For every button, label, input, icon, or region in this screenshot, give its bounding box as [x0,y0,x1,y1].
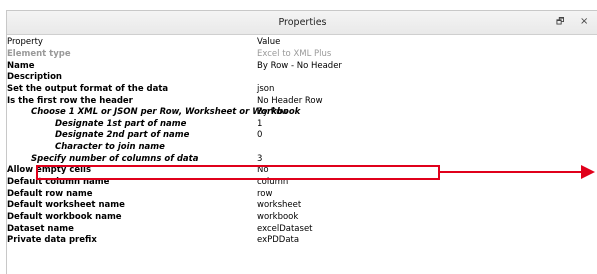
value-column-header[interactable]: Value [257,35,280,49]
property-row-join-character[interactable]: Character to join name [7,142,597,154]
property-row-dataset-name[interactable]: Dataset name excelDataset [7,224,597,236]
property-value[interactable]: workbook [257,212,298,224]
property-row-choose-per[interactable]: Choose 1 XML or JSON per Row, Worksheet … [7,107,597,119]
property-value[interactable]: 3 [257,154,262,166]
close-icon[interactable]: × [580,16,591,27]
property-label: Element type [7,49,71,59]
property-label: Designate 1st part of name [55,118,187,129]
property-value[interactable]: json [257,84,274,96]
property-label: Set the output format of the data [7,83,169,94]
property-column-header[interactable]: Property [7,35,43,49]
property-label: Designate 2nd part of name [55,130,190,141]
property-value[interactable]: By Row - No Header [257,61,342,73]
property-label: Name [7,60,35,71]
property-row-default-worksheet-name[interactable]: Default worksheet name worksheet [7,200,597,212]
properties-panel: Properties 🗗 × Property Value Element ty… [6,10,597,274]
property-value: Excel to XML Plus [257,49,332,59]
property-value[interactable]: exPDData [257,235,299,247]
property-value[interactable]: 1 [257,119,262,131]
property-value[interactable]: No Header Row [257,96,323,108]
property-value[interactable]: By Row [257,107,288,119]
property-row-name-part-2[interactable]: Designate 2nd part of name 0 [7,130,597,142]
property-row-element-type[interactable]: Element type Excel to XML Plus [7,49,597,61]
property-value[interactable]: 0 [257,130,262,142]
property-label: Is the first row the header [7,95,133,106]
property-row-columns-of-data[interactable]: Specify number of columns of data 3 [7,154,597,166]
property-row-default-workbook-name[interactable]: Default workbook name workbook [7,212,597,224]
property-row-name[interactable]: Name By Row - No Header [7,61,597,73]
column-headers: Property Value [7,35,597,49]
annotation-highlight-box [36,165,440,180]
property-row-name-part-1[interactable]: Designate 1st part of name 1 [7,119,597,131]
property-label: Private data prefix [7,235,97,246]
property-label: Description [7,72,62,83]
property-row-output-format[interactable]: Set the output format of the data json [7,84,597,96]
property-label: Dataset name [7,223,74,234]
property-value[interactable]: row [257,189,272,201]
annotation-arrow-line [440,171,583,173]
property-value[interactable]: worksheet [257,200,301,212]
property-label: Character to join name [55,142,165,153]
properties-titlebar: Properties 🗗 × [7,11,597,35]
property-row-default-row-name[interactable]: Default row name row [7,189,597,201]
property-row-description[interactable]: Description [7,72,597,84]
property-value[interactable]: excelDataset [257,224,313,236]
property-label: Specify number of columns of data [31,153,199,164]
annotation-arrow-head-icon [581,165,595,179]
property-label: Default worksheet name [7,200,125,211]
property-label: Default workbook name [7,211,122,222]
panel-title: Properties [278,17,327,28]
restore-icon[interactable]: 🗗 [556,17,567,28]
property-grid: Property Value Element type Excel to XML… [7,35,597,247]
property-row-private-data-prefix[interactable]: Private data prefix exPDData [7,235,597,247]
property-row-first-row-header[interactable]: Is the first row the header No Header Ro… [7,96,597,108]
property-label: Default row name [7,188,93,199]
